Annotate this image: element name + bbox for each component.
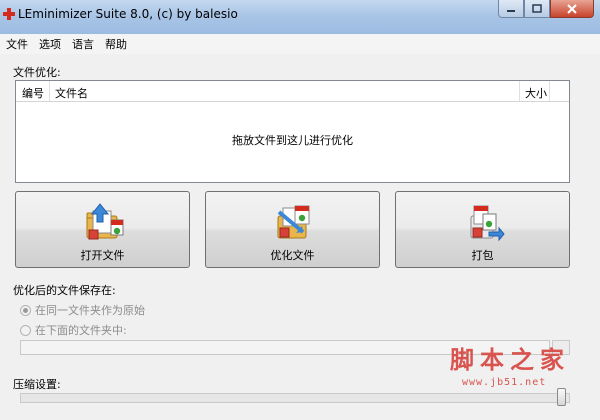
optimize-file-button[interactable]: 优化文件: [205, 191, 380, 268]
close-button[interactable]: [550, 0, 594, 18]
optimize-file-label: 优化文件: [270, 249, 315, 262]
column-divider: [49, 81, 50, 101]
radio-button[interactable]: [20, 324, 31, 336]
window-title: LEminimizer Suite 8.0, (c) by balesio: [18, 7, 238, 21]
menu-language[interactable]: 语言: [66, 36, 99, 52]
menu-file[interactable]: 文件: [0, 36, 33, 52]
watermark-main: 脚本之家: [450, 345, 570, 374]
app-icon[interactable]: [2, 7, 16, 21]
menu-help[interactable]: 帮助: [99, 36, 132, 52]
column-divider: [549, 81, 550, 101]
radio-button[interactable]: [20, 304, 31, 316]
optimize-icon: [277, 205, 309, 239]
column-filename[interactable]: 文件名: [55, 85, 88, 101]
title-bar[interactable]: LEminimizer Suite 8.0, (c) by balesio: [0, 0, 600, 35]
close-icon: [567, 3, 577, 14]
radio-below-folder-label: 在下面的文件夹中:: [35, 324, 127, 337]
radio-same-folder[interactable]: 在同一文件夹作为原始: [20, 302, 145, 318]
compression-label: 压缩设置:: [13, 378, 61, 391]
list-header: 编号 文件名 大小: [16, 81, 569, 102]
pack-button[interactable]: 打包: [395, 191, 570, 268]
pack-icon: [470, 205, 505, 242]
maximize-button[interactable]: [524, 0, 550, 18]
drop-hint: 拖放文件到这儿进行优化: [232, 134, 353, 147]
column-size[interactable]: 大小: [525, 85, 547, 101]
open-folder-icon: [86, 203, 123, 240]
menu-bar: 文件 选项 语言 帮助: [0, 34, 600, 54]
radio-same-folder-label: 在同一文件夹作为原始: [35, 304, 145, 317]
save-location-label: 优化后的文件保存在:: [13, 284, 116, 297]
file-optimize-label: 文件优化:: [13, 66, 61, 79]
compression-slider-thumb[interactable]: [557, 388, 566, 406]
pack-label: 打包: [471, 249, 494, 262]
window-controls: [498, 0, 594, 20]
file-list[interactable]: 编号 文件名 大小 拖放文件到这儿进行优化: [15, 80, 570, 183]
column-divider: [519, 81, 520, 101]
watermark: 脚本之家 www.jb51.net: [450, 340, 570, 388]
maximize-icon: [532, 4, 542, 13]
open-file-label: 打开文件: [80, 249, 125, 262]
compression-slider[interactable]: [20, 393, 570, 403]
watermark-url: www.jb51.net: [462, 377, 547, 388]
minimize-icon: [507, 9, 515, 12]
minimize-button[interactable]: [498, 0, 524, 18]
open-file-button[interactable]: 打开文件: [15, 191, 190, 268]
column-number[interactable]: 编号: [22, 85, 44, 101]
menu-options[interactable]: 选项: [33, 36, 66, 52]
radio-below-folder[interactable]: 在下面的文件夹中:: [20, 322, 127, 338]
